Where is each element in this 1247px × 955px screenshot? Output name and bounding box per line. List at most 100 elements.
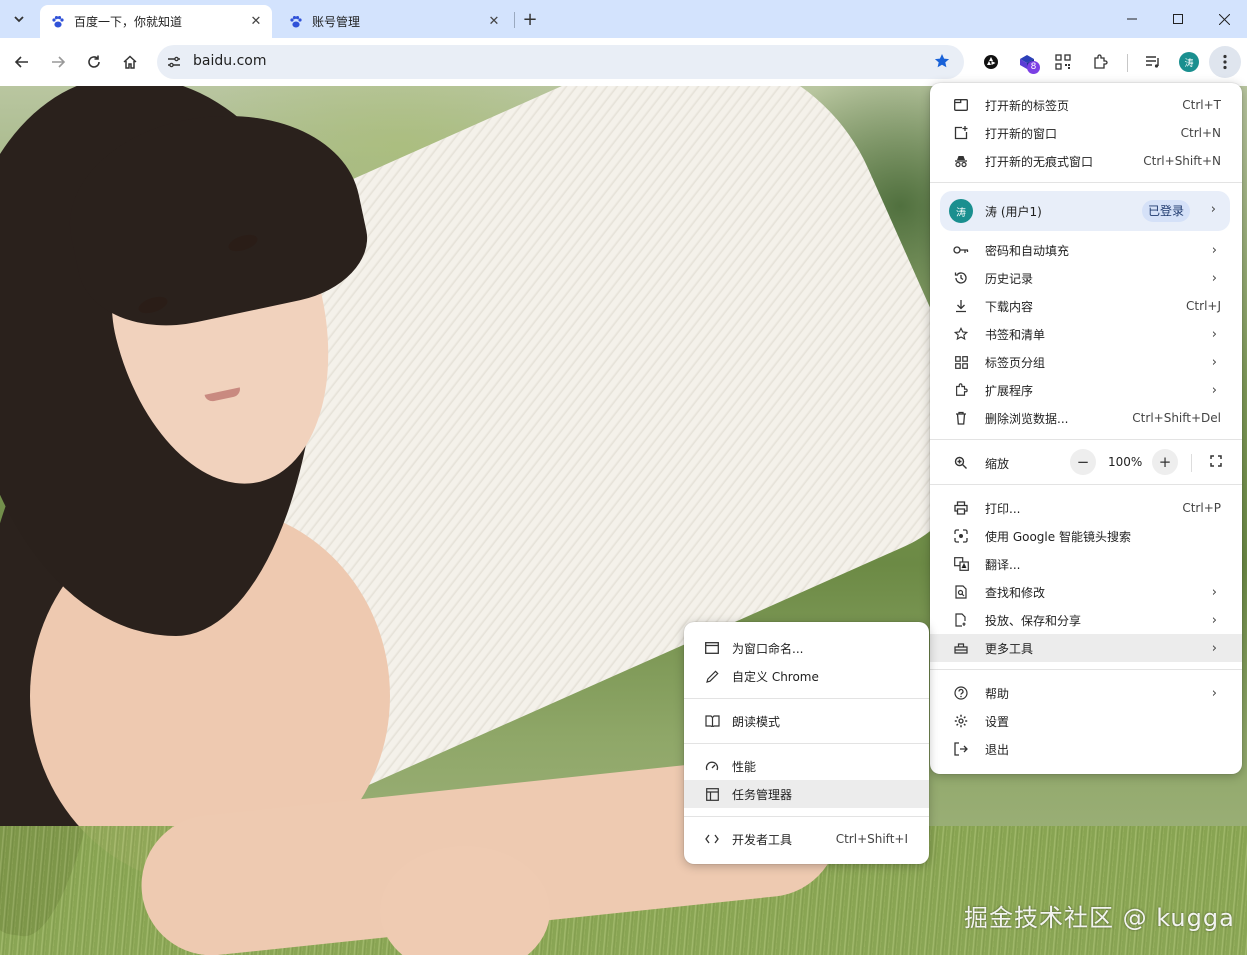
zoom-level: 100% — [1108, 455, 1143, 469]
arrow-left-icon — [14, 56, 28, 68]
grid-icon — [953, 354, 969, 370]
chevron-right-icon: › — [1211, 612, 1217, 628]
extensions-button[interactable] — [1088, 50, 1112, 74]
star-outline-icon — [953, 326, 969, 342]
bookmark-star-icon[interactable] — [932, 51, 952, 71]
menu-item-clear-data[interactable]: 删除浏览数据... Ctrl+Shift+Del — [930, 404, 1242, 432]
extension-button-1[interactable] — [979, 50, 1003, 74]
maximize-button[interactable] — [1155, 0, 1201, 38]
submenu-item-customize-chrome[interactable]: 自定义 Chrome — [684, 662, 929, 690]
shortcut-text: Ctrl+J — [1186, 299, 1221, 313]
profile-avatar: 涛 — [949, 199, 973, 223]
gear-icon — [953, 713, 969, 729]
menu-item-downloads[interactable]: 下载内容 Ctrl+J — [930, 292, 1242, 320]
forward-button[interactable] — [46, 50, 70, 74]
toolbox-icon — [953, 640, 969, 656]
menu-label: 更多工具 — [985, 641, 1034, 656]
menu-item-extensions[interactable]: 扩展程序 › — [930, 376, 1242, 404]
tab-strip: 百度一下，你就知道 ✕ 账号管理 ✕ + — [0, 0, 1247, 38]
menu-item-settings[interactable]: 设置 — [930, 707, 1242, 735]
profile-avatar[interactable]: 涛 — [1179, 52, 1199, 72]
site-info-icon[interactable] — [165, 53, 183, 71]
menu-item-passwords[interactable]: 密码和自动填充 › — [930, 236, 1242, 264]
menu-label: 打开新的窗口 — [985, 126, 1058, 141]
menu-item-tab-groups[interactable]: 标签页分组 › — [930, 348, 1242, 376]
menu-item-exit[interactable]: 退出 — [930, 735, 1242, 763]
home-button[interactable] — [118, 50, 142, 74]
menu-item-help[interactable]: 帮助 › — [930, 679, 1242, 707]
shortcut-text: Ctrl+Shift+I — [835, 832, 908, 846]
code-icon — [704, 831, 720, 847]
task-manager-icon — [704, 786, 720, 802]
baidu-paw-icon — [50, 14, 66, 30]
menu-item-profile[interactable]: 涛 涛 (用户1) 已登录 › — [940, 191, 1230, 231]
reload-button[interactable] — [82, 50, 106, 74]
menu-item-translate[interactable]: 翻译... — [930, 550, 1242, 578]
watermark-text: 掘金技术社区 @ kugga — [964, 904, 1235, 932]
new-window-icon — [953, 125, 969, 141]
tab-search-button[interactable] — [7, 7, 31, 31]
close-icon[interactable]: ✕ — [248, 14, 264, 30]
close-icon — [1218, 13, 1230, 25]
chevron-right-icon: › — [1211, 584, 1217, 600]
menu-item-google-lens[interactable]: 使用 Google 智能镜头搜索 — [930, 522, 1242, 550]
printer-icon — [953, 500, 969, 516]
menu-label: 下载内容 — [985, 299, 1034, 314]
extension-button-2[interactable]: 8 — [1015, 50, 1040, 74]
submenu-item-task-manager[interactable]: 任务管理器 — [684, 780, 929, 808]
shortcut-text: Ctrl+Shift+N — [1143, 154, 1221, 168]
close-window-button[interactable] — [1201, 0, 1247, 38]
shortcut-text: Ctrl+Shift+Del — [1132, 411, 1221, 425]
signed-in-badge: 已登录 — [1142, 200, 1191, 222]
close-icon[interactable]: ✕ — [486, 14, 502, 30]
trash-icon — [953, 410, 969, 426]
menu-item-find-edit[interactable]: 查找和修改 › — [930, 578, 1242, 606]
menu-label: 翻译... — [985, 557, 1021, 572]
menu-divider — [930, 669, 1242, 670]
menu-label: 设置 — [985, 714, 1010, 729]
submenu-item-performance[interactable]: 性能 — [684, 752, 929, 780]
home-icon — [123, 55, 137, 69]
tab-title: 账号管理 — [312, 15, 361, 29]
submenu-item-name-window[interactable]: 为窗口命名... — [684, 634, 929, 662]
menu-item-bookmarks[interactable]: 书签和清单 › — [930, 320, 1242, 348]
submenu-item-reading-mode[interactable]: 朗读模式 — [684, 707, 929, 735]
submenu-item-dev-tools[interactable]: 开发者工具 Ctrl+Shift+I — [684, 825, 929, 853]
toolbar: baidu.com 8 涛 — [0, 38, 1247, 86]
chevron-right-icon: › — [1211, 354, 1217, 370]
menu-divider — [684, 816, 929, 817]
window-icon — [704, 640, 720, 656]
incognito-icon — [953, 153, 969, 169]
chevron-right-icon: › — [1211, 640, 1217, 656]
chrome-menu-button[interactable] — [1209, 46, 1241, 78]
zoom-in-button[interactable]: + — [1152, 449, 1178, 475]
tab-baidu[interactable]: 百度一下，你就知道 ✕ — [40, 5, 272, 38]
new-tab-button[interactable]: + — [520, 9, 540, 30]
chevron-right-icon: › — [1211, 326, 1217, 342]
menu-item-more-tools[interactable]: 更多工具 › — [930, 634, 1242, 662]
tab-title: 百度一下，你就知道 — [74, 15, 183, 29]
menu-item-cast-save-share[interactable]: 投放、保存和分享 › — [930, 606, 1242, 634]
menu-label: 使用 Google 智能镜头搜索 — [985, 529, 1131, 544]
menu-item-new-window[interactable]: 打开新的窗口 Ctrl+N — [930, 119, 1242, 147]
key-icon — [953, 242, 969, 258]
menu-item-history[interactable]: 历史记录 › — [930, 264, 1242, 292]
minimize-icon — [1127, 18, 1137, 20]
back-button[interactable] — [10, 50, 34, 74]
menu-item-new-tab[interactable]: 打开新的标签页 Ctrl+T — [930, 91, 1242, 119]
fullscreen-button[interactable] — [1206, 451, 1226, 471]
zoom-divider — [1191, 454, 1192, 472]
media-control-button[interactable] — [1141, 50, 1165, 74]
lens-icon — [953, 528, 969, 544]
fullscreen-icon — [1210, 455, 1222, 467]
maximize-icon — [1173, 14, 1183, 24]
menu-label: 性能 — [732, 759, 757, 774]
zoom-out-button[interactable]: − — [1070, 449, 1096, 475]
menu-label: 打印... — [985, 501, 1021, 516]
extension-button-3[interactable] — [1051, 50, 1075, 74]
address-bar[interactable]: baidu.com — [157, 45, 964, 79]
tab-account[interactable]: 账号管理 ✕ — [278, 5, 510, 38]
menu-item-incognito[interactable]: 打开新的无痕式窗口 Ctrl+Shift+N — [930, 147, 1242, 175]
menu-item-print[interactable]: 打印... Ctrl+P — [930, 494, 1242, 522]
minimize-button[interactable] — [1109, 0, 1155, 38]
